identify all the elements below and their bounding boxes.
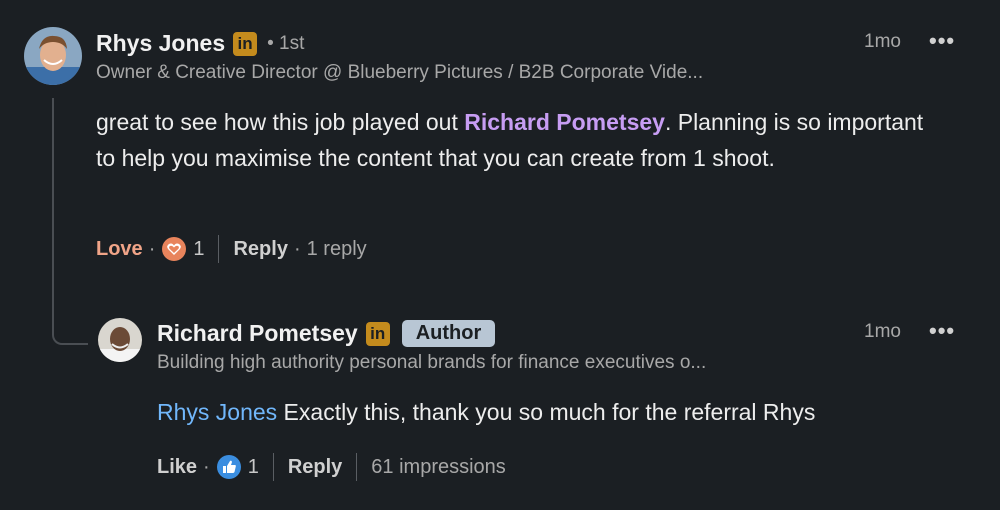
more-options-icon[interactable]: ••• — [929, 28, 955, 54]
like-thumb-icon — [216, 454, 242, 480]
comment-author-row: Rhys Jones in • 1st — [96, 30, 304, 57]
action-divider — [356, 453, 358, 481]
avatar[interactable] — [98, 318, 142, 362]
love-reaction-button[interactable]: Love — [96, 238, 143, 261]
like-button[interactable]: Like — [157, 456, 197, 479]
mention-link[interactable]: Richard Pometsey — [464, 109, 665, 135]
reply-author-row: Richard Pometsey in Author — [157, 320, 496, 347]
reply-text: Rhys Jones Exactly this, thank you so mu… — [157, 394, 957, 430]
connection-degree: • 1st — [267, 32, 305, 54]
more-options-icon[interactable]: ••• — [929, 318, 955, 344]
separator-dot: · — [203, 455, 210, 478]
reply-button[interactable]: Reply — [288, 456, 342, 479]
avatar[interactable] — [24, 27, 82, 85]
impressions-count[interactable]: 61 impressions — [371, 456, 506, 479]
action-divider — [272, 453, 274, 481]
comment-author-name[interactable]: Rhys Jones — [96, 30, 225, 57]
action-divider — [218, 235, 220, 263]
linkedin-premium-icon: in — [233, 31, 258, 56]
reply-author-headline: Building high authority personal brands … — [157, 352, 707, 373]
reply-actions: Like · 1 Reply 61 impressions — [157, 453, 506, 481]
comment-text: great to see how this job played out Ric… — [96, 104, 946, 176]
separator-dot: · — [293, 237, 301, 260]
separator-dot: · — [148, 237, 156, 260]
reaction-count[interactable]: 1 — [193, 238, 204, 261]
reply-timestamp: 1mo — [864, 321, 901, 342]
reply-author-name[interactable]: Richard Pometsey — [157, 320, 358, 347]
comment-actions: Love · 1 Reply · 1 reply — [96, 235, 367, 263]
love-heart-icon — [161, 236, 187, 262]
comment-timestamp: 1mo — [864, 31, 901, 52]
reply-text-body: Exactly this, thank you so much for the … — [277, 399, 816, 425]
mention-link[interactable]: Rhys Jones — [157, 399, 277, 425]
linkedin-premium-icon: in — [365, 321, 390, 346]
comments-section: Rhys Jones in • 1st Owner & Creative Dir… — [0, 0, 1000, 510]
thread-connector-line — [52, 98, 88, 345]
comment-text-start: great to see how this job played out — [96, 109, 465, 135]
author-badge: Author — [401, 320, 496, 347]
reply-count[interactable]: 1 reply — [307, 238, 367, 261]
reply-button[interactable]: Reply — [233, 238, 287, 261]
comment-author-headline: Owner & Creative Director @ Blueberry Pi… — [96, 62, 704, 83]
reaction-count[interactable]: 1 — [248, 456, 259, 479]
